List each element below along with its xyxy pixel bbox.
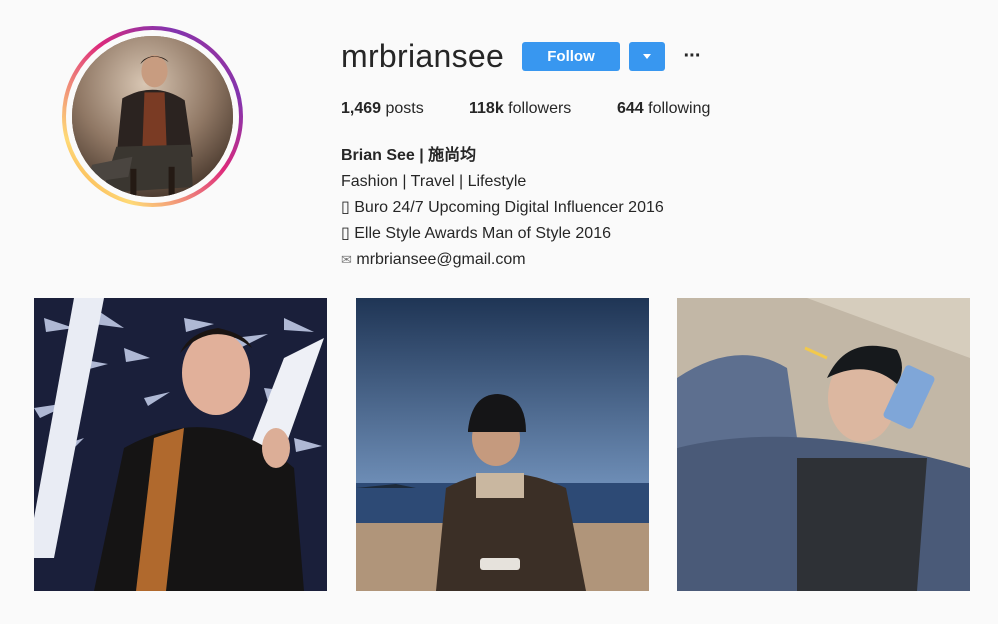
post-image-3 bbox=[677, 298, 970, 591]
following-count: 644 bbox=[617, 100, 644, 117]
avatar[interactable] bbox=[72, 36, 233, 197]
more-options-button[interactable]: ··· bbox=[680, 44, 704, 68]
posts-count: 1,469 bbox=[341, 100, 382, 117]
caret-down-icon bbox=[643, 54, 651, 59]
avatar-photo bbox=[72, 36, 233, 197]
followers-stat[interactable]: 118k followers bbox=[469, 100, 571, 118]
profile-full-name: Brian See | 施尚均 bbox=[341, 147, 477, 164]
suggested-dropdown-button[interactable] bbox=[629, 42, 665, 71]
followers-count: 118k bbox=[469, 100, 504, 117]
following-label: following bbox=[643, 100, 711, 117]
posts-stat: 1,469 posts bbox=[341, 100, 424, 118]
follow-button[interactable]: Follow bbox=[522, 42, 620, 71]
post-image-1 bbox=[34, 298, 327, 591]
bio-line-2: ▯ Buro 24/7 Upcoming Digital Influencer … bbox=[341, 199, 664, 216]
bio-line-1: Fashion | Travel | Lifestyle bbox=[341, 173, 527, 190]
bio-line-3: ▯ Elle Style Awards Man of Style 2016 bbox=[341, 225, 611, 242]
post-tile-1[interactable] bbox=[34, 298, 327, 591]
profile-bio: Brian See | 施尚均 Fashion | Travel | Lifes… bbox=[341, 143, 664, 273]
bio-email-line: ✉ mrbriansee@gmail.com bbox=[341, 247, 664, 273]
post-tile-2[interactable] bbox=[356, 298, 649, 591]
post-tile-3[interactable] bbox=[677, 298, 970, 591]
profile-avatar-ring[interactable] bbox=[62, 26, 243, 207]
following-stat[interactable]: 644 following bbox=[617, 100, 710, 118]
followers-label: followers bbox=[503, 100, 572, 117]
posts-label: posts bbox=[381, 100, 424, 117]
bio-email: mrbriansee@gmail.com bbox=[356, 251, 526, 268]
profile-username: mrbriansee bbox=[341, 38, 505, 74]
envelope-icon: ✉ bbox=[341, 252, 352, 267]
post-image-2 bbox=[356, 298, 649, 591]
